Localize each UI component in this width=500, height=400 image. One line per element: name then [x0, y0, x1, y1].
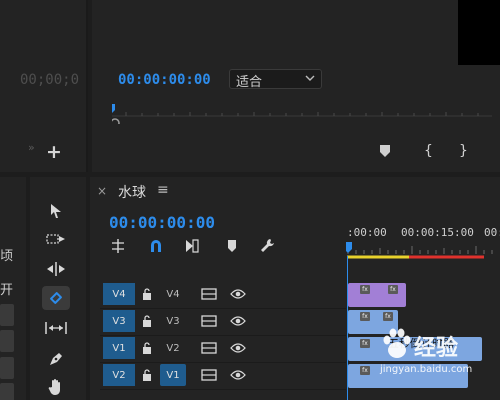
hand-tool[interactable]: [42, 375, 70, 399]
track-target[interactable]: V4: [160, 283, 186, 305]
project-item[interactable]: [0, 357, 14, 379]
sync-lock-icon[interactable]: [201, 288, 217, 300]
ripple-edit-tool[interactable]: [42, 257, 70, 281]
fx-badge: fx: [360, 285, 370, 294]
lock-icon[interactable]: [142, 369, 152, 381]
hand-icon: [48, 379, 60, 395]
baidu-jingyan-watermark: 经验 jingyan.baidu.com: [378, 326, 500, 386]
eye-icon[interactable]: [230, 369, 246, 381]
program-timecode[interactable]: 00:00:00:00: [118, 72, 211, 88]
close-icon[interactable]: ×: [97, 184, 107, 198]
overflow-icon[interactable]: »: [28, 141, 35, 154]
track-target[interactable]: V3: [160, 310, 186, 332]
source-timecode[interactable]: 00;00;0: [20, 72, 79, 88]
clip-v4[interactable]: fx fx: [348, 283, 406, 307]
wrench-settings-icon[interactable]: [260, 238, 276, 254]
project-text-fragment: 开: [0, 283, 14, 298]
project-text-fragment: 顷: [0, 249, 14, 264]
mark-out-button[interactable]: }: [459, 143, 468, 159]
panel-menu-icon[interactable]: ≡: [157, 182, 169, 198]
program-time-ruler[interactable]: [112, 102, 492, 124]
fx-badge: fx: [360, 366, 370, 375]
add-button[interactable]: +: [46, 143, 62, 162]
program-video-preview: [458, 0, 500, 65]
lock-icon[interactable]: [142, 342, 152, 354]
eye-icon[interactable]: [230, 342, 246, 354]
arrow-pointer-icon: [51, 204, 61, 218]
sync-lock-icon[interactable]: [201, 342, 217, 354]
pen-tool[interactable]: [42, 347, 70, 371]
sync-lock-icon[interactable]: [201, 369, 217, 381]
project-item[interactable]: [0, 330, 14, 352]
razor-icon: [50, 292, 62, 304]
program-playhead[interactable]: [112, 104, 115, 113]
track-header-v2: V1 V2: [100, 336, 248, 361]
program-scrub-handle[interactable]: [112, 118, 120, 124]
fx-badge: fx: [388, 285, 398, 294]
snap-magnet-icon[interactable]: [148, 238, 164, 254]
track-select-tool[interactable]: [42, 227, 70, 251]
track-target[interactable]: V2: [160, 337, 186, 359]
timeline-time-ruler[interactable]: [346, 238, 500, 262]
watermark-brand: 经验: [414, 336, 459, 361]
zoom-fit-value: 适合: [236, 75, 263, 90]
track-header-v3: V3 V3: [100, 309, 248, 334]
watermark-url: jingyan.baidu.com: [380, 364, 473, 375]
timeline-timecode[interactable]: 00:00:00:00: [109, 213, 215, 232]
add-marker-icon[interactable]: [224, 238, 240, 254]
fx-badge: fx: [360, 339, 370, 348]
eye-icon[interactable]: [230, 315, 246, 327]
linked-selection-icon[interactable]: [184, 238, 200, 254]
project-panel: 顷 开: [0, 177, 26, 400]
track-header-v1: V2 V1: [100, 363, 248, 388]
selection-tool[interactable]: [42, 199, 70, 223]
source-patch[interactable]: V2: [103, 364, 135, 386]
sequence-tab[interactable]: 水球: [118, 182, 146, 202]
source-patch[interactable]: V4: [103, 283, 135, 305]
add-marker-icon[interactable]: [380, 145, 390, 157]
project-item[interactable]: [0, 383, 14, 400]
project-item[interactable]: [0, 304, 14, 326]
chevron-down-icon: [305, 75, 315, 81]
track-header-v4: V4 V4: [100, 282, 248, 307]
razor-tool[interactable]: [42, 286, 70, 310]
track-divider: [100, 389, 346, 390]
source-patch[interactable]: V1: [103, 337, 135, 359]
slip-icon: [45, 322, 67, 334]
track-target[interactable]: V1: [160, 364, 186, 386]
slip-tool[interactable]: [42, 316, 70, 340]
lock-icon[interactable]: [142, 288, 152, 300]
zoom-fit-select[interactable]: 适合: [229, 69, 322, 90]
track-select-icon: [46, 234, 65, 244]
timeline-toolbar: [110, 238, 290, 256]
eye-icon[interactable]: [230, 288, 246, 300]
fx-badge: fx: [383, 312, 393, 321]
timeline-playhead[interactable]: [346, 242, 352, 253]
pen-icon: [50, 353, 62, 365]
program-transport-controls: { }: [380, 143, 470, 161]
sync-lock-icon[interactable]: [201, 315, 217, 327]
fx-badge: fx: [360, 312, 370, 321]
ripple-edit-icon: [47, 262, 65, 276]
mark-in-button[interactable]: {: [424, 143, 433, 159]
paw-logo-icon: [383, 328, 411, 358]
lock-icon[interactable]: [142, 315, 152, 327]
tools-panel: [30, 177, 86, 400]
source-patch[interactable]: V3: [103, 310, 135, 332]
nest-sequence-icon[interactable]: [110, 238, 126, 254]
